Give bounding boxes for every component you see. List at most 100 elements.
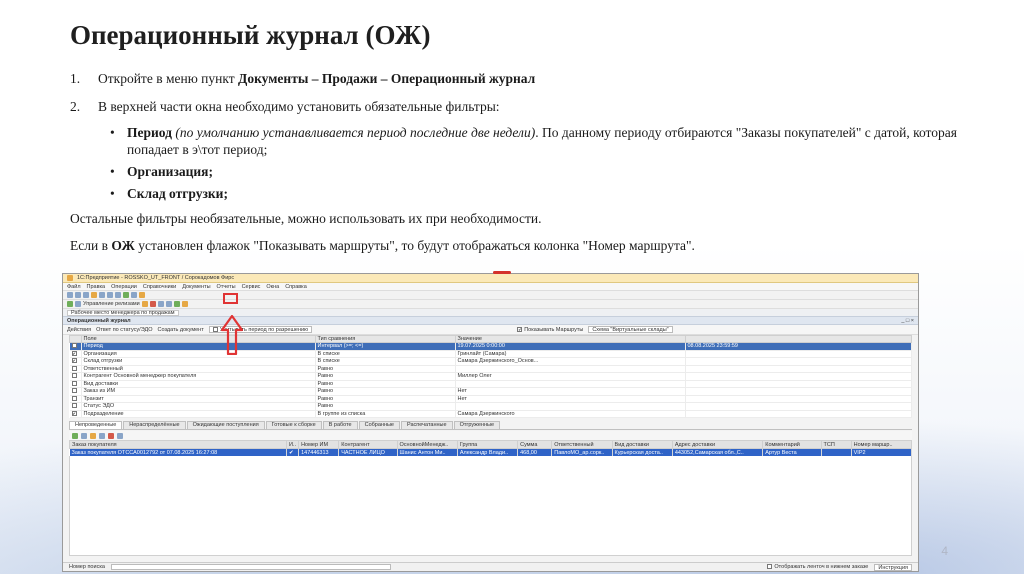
filter-value2[interactable] <box>685 365 912 373</box>
column-header[interactable]: Номер ИМ <box>298 440 340 449</box>
print-list-icon[interactable] <box>117 432 123 439</box>
filter-row[interactable]: ✔ Период Интервал (>=; <=) 19.07.2025 0:00:… <box>69 342 912 351</box>
cut-icon[interactable] <box>99 292 105 298</box>
instruction-button[interactable]: Инструкция <box>874 563 912 571</box>
show-routes-checkbox[interactable]: ✔ Показывать Маршруты <box>517 327 583 333</box>
filter-value2[interactable] <box>685 410 912 418</box>
column-header[interactable]: Контрагент <box>338 440 398 449</box>
filter-value[interactable]: Миллер Олег <box>455 372 686 381</box>
filter-value2[interactable] <box>685 380 912 388</box>
new-icon[interactable] <box>67 292 73 298</box>
column-header[interactable]: Группа <box>456 440 519 449</box>
find-icon[interactable] <box>123 292 129 298</box>
menu-documents[interactable]: Документы <box>182 284 210 290</box>
column-header[interactable]: Вид доставки <box>611 440 673 449</box>
column-header[interactable]: Заказ покупателя <box>68 440 288 449</box>
filter-compare[interactable]: В группе из списка <box>315 410 456 418</box>
filter-value2[interactable] <box>685 350 912 358</box>
tab-item[interactable]: Готовые к сборке <box>265 421 322 429</box>
filter-checkbox[interactable] <box>69 380 82 388</box>
tab-item[interactable]: Распечатанные <box>401 421 453 429</box>
filter-value[interactable] <box>455 365 686 373</box>
save-icon[interactable] <box>83 292 89 298</box>
print-icon[interactable] <box>91 292 97 298</box>
filter-row[interactable]: Транзит Равно Нет <box>69 395 912 403</box>
filter-row[interactable]: Контрагент Основной менеджер покупателя Р… <box>69 372 912 381</box>
virtual-cells-button[interactable]: Схема "Виртуальные склады" <box>588 326 673 333</box>
filter-compare[interactable]: Интервал (>=; <=) <box>315 342 456 351</box>
filter-value2[interactable] <box>685 357 912 366</box>
filter-compare[interactable]: Равно <box>315 372 456 381</box>
release-icon[interactable] <box>67 301 73 307</box>
actions-menu[interactable]: Действия <box>67 327 91 333</box>
filter-compare[interactable]: Равно <box>315 402 456 411</box>
filter-checkbox[interactable]: ✔ <box>69 350 82 358</box>
menu-file[interactable]: Файл <box>67 284 81 290</box>
filter-checkbox[interactable]: ✔ <box>69 342 82 351</box>
tab-item[interactable]: Собранные <box>358 421 400 429</box>
filter-value[interactable] <box>455 402 686 411</box>
filter-row[interactable]: Заказ из ИМ Равно Нет <box>69 387 912 396</box>
copy-icon[interactable] <box>107 292 113 298</box>
filter-compare[interactable]: Равно <box>315 387 456 396</box>
filter-compare[interactable]: Равно <box>315 380 456 388</box>
filter-value[interactable]: Самара Дзержинского_Основ... <box>455 357 686 366</box>
filter-value2[interactable] <box>685 395 912 403</box>
filter-value[interactable]: 19.07.2025 0:00:00 <box>455 342 686 351</box>
filter-row[interactable]: Ответственный Равно <box>69 365 912 373</box>
menu-operations[interactable]: Операции <box>111 284 137 290</box>
column-header[interactable]: И.. <box>286 440 300 449</box>
create-document-button[interactable]: Создать документ <box>157 327 203 333</box>
filter-checkbox[interactable]: ✔ <box>69 410 82 418</box>
open-icon[interactable] <box>75 292 81 298</box>
column-header[interactable]: ТСП <box>820 440 852 449</box>
release-management-label[interactable]: Управление релизами <box>83 301 140 307</box>
column-header[interactable]: Ответственный <box>551 440 613 449</box>
workspace-button[interactable]: Рабочее место менеджера по продажам <box>67 309 179 316</box>
filter-checkbox[interactable]: ✔ <box>69 357 82 366</box>
menu-reports[interactable]: Отчеты <box>217 284 236 290</box>
filter-compare[interactable]: В списке <box>315 357 456 366</box>
documents-icon[interactable] <box>149 301 156 307</box>
filter-row[interactable]: Статус ЭДО Равно <box>69 402 912 411</box>
calendar-icon[interactable] <box>139 292 145 298</box>
filter-value[interactable] <box>455 380 686 388</box>
journal-icon[interactable] <box>157 301 164 307</box>
filter-compare[interactable]: Равно <box>315 365 456 373</box>
filter-compare[interactable]: В списке <box>315 350 456 358</box>
filter-checkbox[interactable] <box>69 402 82 411</box>
calc-icon[interactable] <box>131 292 137 298</box>
tab-item[interactable]: Ожидающие поступления <box>186 421 265 429</box>
filter-checkbox[interactable] <box>69 395 82 403</box>
refresh-icon[interactable] <box>72 432 78 439</box>
filter-checkbox[interactable] <box>69 387 82 396</box>
list-view-icon[interactable] <box>81 432 87 439</box>
tab-item[interactable]: Отгруженные <box>453 421 500 429</box>
menu-edit[interactable]: Правка <box>87 284 106 290</box>
edo-status-button[interactable]: Ответ по статусу/ЭДО <box>96 327 152 333</box>
menu-service[interactable]: Сервис <box>242 284 261 290</box>
tab-item[interactable]: Нераспределённые <box>123 421 186 429</box>
filter-compare[interactable]: Равно <box>315 395 456 403</box>
chart-icon[interactable] <box>181 301 188 307</box>
column-header[interactable]: Комментарий <box>762 440 822 449</box>
ribbon-flag[interactable]: Отображать ленточ в нижнем заказе <box>767 564 868 570</box>
filter-checkbox[interactable] <box>69 372 82 381</box>
filter-icon[interactable] <box>99 432 105 439</box>
menu-help[interactable]: Справка <box>285 284 307 290</box>
filter-row[interactable]: Вид доставки Равно <box>69 380 912 388</box>
filter-row[interactable]: ✔ Подразделение В группе из списка Самара Д… <box>69 410 912 418</box>
tab-item[interactable]: В работе <box>322 421 358 429</box>
folder-icon[interactable] <box>141 301 148 307</box>
window-controls-icon[interactable]: _ □ × <box>901 318 914 324</box>
edit-icon[interactable] <box>90 432 96 439</box>
paste-icon[interactable] <box>115 292 121 298</box>
column-header[interactable]: Сумма <box>517 440 553 449</box>
filter-value2[interactable] <box>685 372 912 381</box>
filter-value[interactable]: Нет <box>455 387 686 396</box>
search-input[interactable] <box>110 564 391 570</box>
filter-checkbox[interactable] <box>69 365 82 373</box>
filter-row[interactable]: ✔ Организация В списке Гринлайт (Самара) <box>69 350 912 358</box>
menu-catalogs[interactable]: Справочники <box>143 284 176 290</box>
column-header[interactable]: Адрес доставки <box>671 440 764 449</box>
